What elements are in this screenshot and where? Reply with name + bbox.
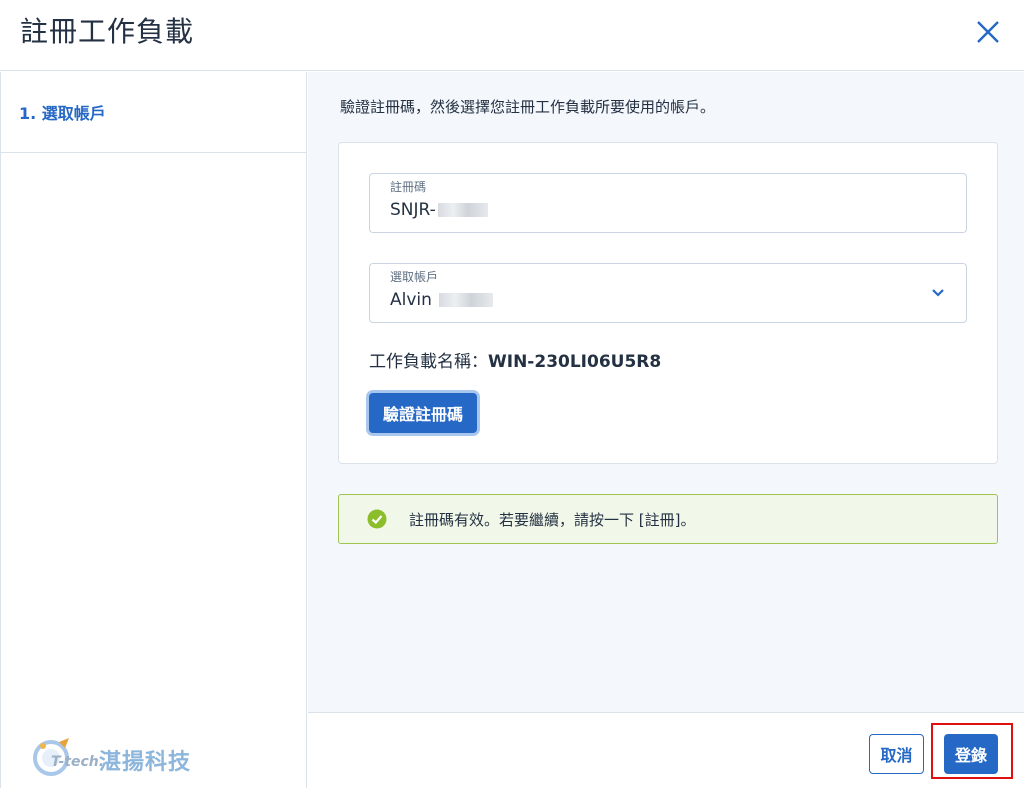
- workload-name-label: 工作負載名稱：: [369, 352, 488, 372]
- redacted-text: [437, 203, 488, 217]
- verify-code-button[interactable]: 驗證註冊碼: [369, 393, 477, 433]
- chevron-down-icon[interactable]: [930, 284, 946, 300]
- sidebar: 1. 選取帳戶 T-tech. 湛揚科技: [0, 72, 307, 788]
- registration-card: 註冊碼 SNJR- 選取帳戶 Alvin 工作負載名稱：WIN-230LI06U…: [338, 142, 998, 464]
- sidebar-step-select-account[interactable]: 1. 選取帳戶: [1, 72, 307, 153]
- logo-brand: T-tech.: [51, 754, 105, 770]
- success-alert: 註冊碼有效。若要繼續，請按一下 [註冊]。: [338, 494, 998, 544]
- intro-text: 驗證註冊碼，然後選擇您註冊工作負載所要使用的帳戶。: [340, 98, 716, 116]
- check-circle-icon: [367, 509, 387, 529]
- main-content: 驗證註冊碼，然後選擇您註冊工作負載所要使用的帳戶。 註冊碼 SNJR- 選取帳戶…: [308, 72, 1024, 712]
- account-select-label: 選取帳戶: [390, 270, 439, 284]
- alert-text: 註冊碼有效。若要繼續，請按一下 [註冊]。: [409, 511, 696, 529]
- registration-code-value: SNJR-: [390, 200, 436, 220]
- registration-code-value-wrap: SNJR-: [390, 200, 488, 220]
- step-label: 1. 選取帳戶: [19, 104, 106, 123]
- workload-name: 工作負載名稱：WIN-230LI06U5R8: [369, 347, 661, 372]
- registration-code-field[interactable]: 註冊碼 SNJR-: [369, 173, 967, 233]
- brand-logo: T-tech. 湛揚科技: [29, 732, 229, 782]
- cancel-button[interactable]: 取消: [869, 734, 924, 774]
- account-value-wrap: Alvin: [390, 290, 494, 310]
- account-value: Alvin: [390, 290, 432, 310]
- account-select[interactable]: 選取帳戶 Alvin: [369, 263, 967, 323]
- close-icon[interactable]: [974, 18, 1002, 46]
- dialog-title: 註冊工作負載: [20, 15, 195, 48]
- dialog-footer: 取消 登錄: [308, 712, 1024, 788]
- logo-name: 湛揚科技: [99, 750, 192, 775]
- workload-name-value: WIN-230LI06U5R8: [488, 352, 662, 372]
- dialog-header: 註冊工作負載: [0, 0, 1024, 71]
- redacted-text: [439, 293, 494, 307]
- register-button[interactable]: 登錄: [944, 734, 998, 774]
- registration-code-label: 註冊碼: [390, 180, 427, 194]
